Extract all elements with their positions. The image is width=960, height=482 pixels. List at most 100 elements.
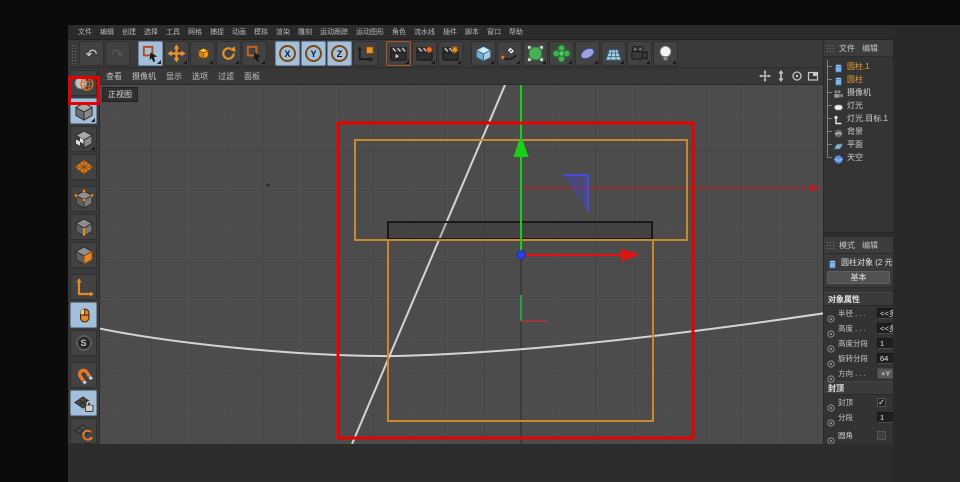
undo-button[interactable]: ↶ (79, 41, 104, 66)
rotate-button[interactable] (216, 41, 241, 66)
axis-mode-button[interactable] (70, 274, 97, 300)
animation-ring-icon[interactable] (827, 355, 835, 368)
move-button[interactable] (164, 41, 189, 66)
workplane-align-button[interactable] (70, 418, 97, 444)
menu-item[interactable]: 文件 (78, 27, 92, 37)
model-mode-button[interactable] (70, 98, 97, 124)
animation-ring-icon[interactable] (827, 310, 835, 323)
object-list-item[interactable]: 灯光 (824, 99, 893, 112)
subdivision-surface-button[interactable] (523, 41, 548, 66)
attribute-checkbox[interactable]: ✓ (877, 398, 886, 407)
menu-item[interactable]: 工具 (166, 27, 180, 37)
viewport-menu-item[interactable]: 显示 (166, 71, 182, 82)
viewport-menu-item[interactable]: 查看 (106, 71, 122, 82)
menu-item[interactable]: 模拟 (254, 27, 268, 37)
attribute-input[interactable]: 64 (877, 353, 893, 364)
menu-item[interactable]: 流水线 (414, 27, 435, 37)
tab-basic[interactable]: 基本 (827, 271, 890, 284)
animation-ring-icon[interactable] (827, 414, 835, 427)
floor-button[interactable] (601, 41, 626, 66)
toggle-panel-icon[interactable] (807, 70, 819, 82)
primitive-cube-button[interactable] (471, 41, 496, 66)
menu-item[interactable]: 网格 (188, 27, 202, 37)
animation-ring-icon[interactable] (827, 325, 835, 338)
menu-item[interactable]: 雕刻 (298, 27, 312, 37)
rotate-view-icon[interactable] (791, 70, 803, 82)
attribute-object-row[interactable]: 圆柱对象 (2 元素) (824, 254, 893, 270)
object-list-item[interactable]: 天空 (824, 151, 893, 165)
menu-item[interactable]: 运动图形 (356, 27, 384, 37)
coordinate-system-button[interactable] (353, 41, 378, 66)
axis-z-button[interactable]: Z (327, 41, 352, 66)
live-selection-button[interactable] (138, 41, 163, 66)
menu-item[interactable]: 动画 (232, 27, 246, 37)
menu-item[interactable]: 选择 (144, 27, 158, 37)
spline-pen-button[interactable] (497, 41, 522, 66)
last-selection-button[interactable] (242, 41, 267, 66)
viewport[interactable]: 正视图 (100, 85, 823, 444)
texture-mode-button[interactable] (70, 126, 97, 152)
animation-ring-icon[interactable] (827, 432, 835, 444)
object-manager-menu-item[interactable]: 编辑 (862, 43, 878, 54)
menu-item[interactable]: 捕捉 (210, 27, 224, 37)
redo-button[interactable]: ↷ (105, 41, 130, 66)
menu-item[interactable]: 编辑 (100, 27, 114, 37)
dolly-view-icon[interactable] (775, 70, 787, 82)
viewport-menu-item[interactable]: 摄像机 (132, 71, 156, 82)
menu-item[interactable]: 角色 (392, 27, 406, 37)
object-list-item[interactable]: 灯光.目标.1 (824, 112, 893, 125)
polygons-mode-button[interactable] (70, 242, 97, 268)
viewport-menu-item[interactable]: 过滤 (218, 71, 234, 82)
render-view-button[interactable] (386, 41, 411, 66)
object-list-item[interactable]: 平面 (824, 138, 893, 151)
axis-y-button[interactable]: Y (301, 41, 326, 66)
workplane-lock-button[interactable] (70, 390, 97, 416)
object-list-item[interactable]: 圆柱 (824, 73, 893, 86)
axis-x-button[interactable]: X (275, 41, 300, 66)
animation-ring-icon[interactable] (827, 399, 835, 412)
object-list-item[interactable]: 圆柱.1 (824, 60, 893, 73)
workplane-mode-button[interactable] (70, 154, 97, 180)
animation-ring-icon[interactable] (827, 340, 835, 353)
attribute-checkbox[interactable] (877, 431, 886, 440)
animation-ring-icon[interactable] (827, 370, 835, 383)
coordinate-system-icon (357, 46, 374, 62)
solo-s-button[interactable]: S (70, 330, 97, 356)
snap-button[interactable] (70, 362, 97, 388)
attribute-input[interactable]: <<多重值>> (877, 308, 893, 319)
attribute-manager-menu-item[interactable]: 模式 (839, 240, 855, 251)
object-list-item[interactable]: 背景 (824, 125, 893, 139)
menu-item[interactable]: 帮助 (509, 27, 523, 37)
attribute-dropdown[interactable]: +Y (877, 368, 893, 379)
points-mode-button[interactable] (70, 186, 97, 212)
menu-item[interactable]: 窗口 (487, 27, 501, 37)
edges-mode-button[interactable] (70, 214, 97, 240)
menu-item[interactable]: 运动跟踪 (320, 27, 348, 37)
menu-item[interactable]: 渲染 (276, 27, 290, 37)
object-list-item[interactable]: 摄像机 (824, 86, 893, 99)
deformer-button[interactable] (549, 41, 574, 66)
panel-grip-icon[interactable] (826, 43, 835, 53)
menu-item[interactable]: 创建 (122, 27, 136, 37)
attribute-input[interactable]: 1 (877, 338, 893, 349)
light-button[interactable] (653, 41, 678, 66)
camera-button[interactable] (627, 41, 652, 66)
make-editable-button[interactable] (70, 70, 97, 96)
toolbar-grip[interactable] (71, 43, 76, 64)
menu-item[interactable]: 插件 (443, 27, 457, 37)
attribute-input[interactable]: 1 (877, 412, 893, 423)
viewport-menu-item[interactable]: 面板 (244, 71, 260, 82)
attribute-manager-menu-item[interactable]: 编辑 (862, 240, 878, 251)
attribute-input[interactable]: <<多重值>> (877, 323, 893, 334)
scale-button[interactable] (190, 41, 215, 66)
pan-view-icon[interactable] (759, 70, 771, 82)
mouse-tweak-button[interactable] (70, 302, 97, 328)
spline-primitive-button[interactable] (575, 41, 600, 66)
viewport-menu-item[interactable]: 选项 (192, 71, 208, 82)
render-settings-button[interactable] (438, 41, 463, 66)
object-manager-menu-item[interactable]: 文件 (839, 43, 855, 54)
render-region-button[interactable] (412, 41, 437, 66)
attribute-label: 封顶 (838, 398, 853, 407)
menu-item[interactable]: 脚本 (465, 27, 479, 37)
panel-grip-icon[interactable] (826, 240, 835, 250)
